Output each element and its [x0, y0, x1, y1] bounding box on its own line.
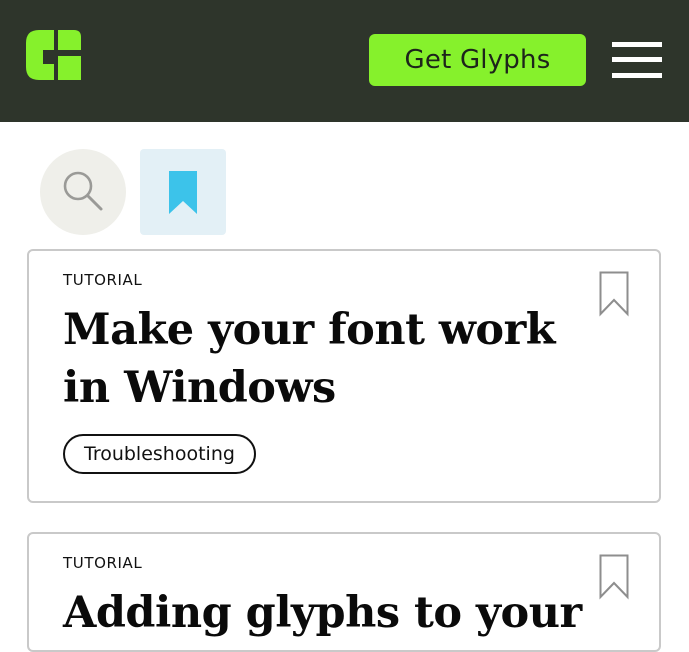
search-button[interactable] — [40, 149, 126, 235]
top-navigation-bar: Get Glyphs — [0, 0, 689, 122]
topic-tag-troubleshooting[interactable]: Troubleshooting — [63, 434, 256, 474]
hamburger-menu-icon[interactable] — [612, 40, 662, 80]
article-category: TUTORIAL — [63, 271, 143, 289]
bookmark-outline-icon[interactable] — [599, 554, 629, 604]
article-title[interactable]: Make your font work in Windows — [63, 301, 583, 417]
article-card[interactable]: TUTORIAL Make your font work in Windows … — [27, 249, 661, 503]
get-glyphs-button[interactable]: Get Glyphs — [369, 34, 586, 86]
glyphs-logo-icon[interactable] — [24, 26, 84, 84]
bookmark-filled-icon — [169, 171, 197, 214]
article-category: TUTORIAL — [63, 554, 143, 572]
article-card[interactable]: TUTORIAL Adding glyphs to your — [27, 532, 661, 652]
bookmarks-filter-button[interactable] — [140, 149, 226, 235]
article-title[interactable]: Adding glyphs to your — [63, 584, 623, 642]
magnifier-icon — [63, 171, 103, 211]
bookmark-outline-icon[interactable] — [599, 271, 629, 321]
